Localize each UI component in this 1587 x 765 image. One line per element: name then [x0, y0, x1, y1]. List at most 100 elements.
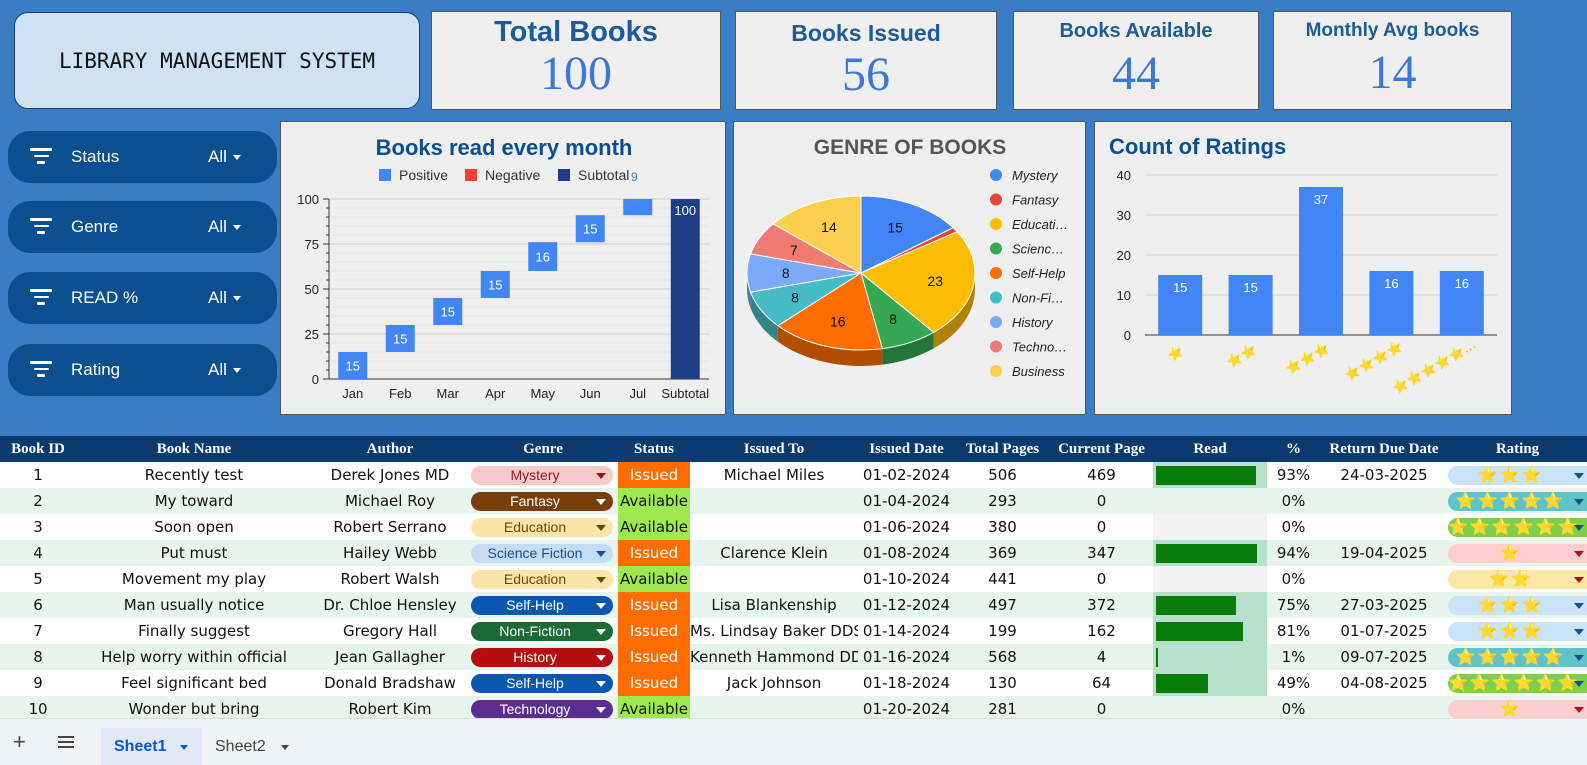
cell-author[interactable]: Dr. Chloe Hensley — [312, 592, 468, 618]
genre-dropdown-chip[interactable]: Self-Help — [471, 674, 613, 693]
cell-author[interactable]: Michael Roy — [312, 488, 468, 514]
cell-id[interactable]: 5 — [0, 566, 76, 592]
cell-author[interactable]: Robert Walsh — [312, 566, 468, 592]
cell-date[interactable]: 01-16-2024 — [858, 644, 955, 670]
cell-date[interactable]: 01-04-2024 — [858, 488, 955, 514]
genre-dropdown-chip[interactable]: Science Fiction — [471, 544, 613, 563]
cell-issued_to[interactable]: Clarence Klein — [690, 540, 858, 566]
status-cell[interactable]: Available — [618, 488, 690, 514]
tab-sheet2[interactable]: Sheet2 — [203, 728, 303, 765]
slicer-rating[interactable]: Rating All — [8, 344, 277, 396]
cell-id[interactable]: 2 — [0, 488, 76, 514]
cell-date[interactable]: 01-18-2024 — [858, 670, 955, 696]
rating-dropdown-chip[interactable]: ⭐⭐ — [1448, 570, 1587, 589]
status-cell[interactable]: Available — [618, 514, 690, 540]
cell-id[interactable]: 6 — [0, 592, 76, 618]
cell-date[interactable]: 01-14-2024 — [858, 618, 955, 644]
status-cell[interactable]: Issued — [618, 540, 690, 566]
cell-due[interactable]: 27-03-2025 — [1320, 592, 1448, 618]
cell-current[interactable]: 469 — [1050, 462, 1153, 488]
cell-date[interactable]: 01-12-2024 — [858, 592, 955, 618]
cell-issued_to[interactable]: Lisa Blankenship — [690, 592, 858, 618]
cell-author[interactable]: Robert Kim — [312, 696, 468, 718]
genre-dropdown-chip[interactable]: Education — [471, 518, 613, 537]
cell-author[interactable]: Jean Gallagher — [312, 644, 468, 670]
cell-pct[interactable]: 1% — [1267, 644, 1320, 670]
cell-pages[interactable]: 199 — [955, 618, 1050, 644]
cell-current[interactable]: 372 — [1050, 592, 1153, 618]
rating-dropdown-chip[interactable]: ⭐⭐⭐⭐⭐ — [1448, 648, 1587, 667]
cell-current[interactable]: 162 — [1050, 618, 1153, 644]
cell-pages[interactable]: 380 — [955, 514, 1050, 540]
rating-dropdown-chip[interactable]: ⭐⭐⭐⭐⭐⭐ — [1448, 674, 1587, 693]
cell-issued_to[interactable]: Michael Miles — [690, 462, 858, 488]
cell-pages[interactable]: 441 — [955, 566, 1050, 592]
status-cell[interactable]: Issued — [618, 670, 690, 696]
cell-issued_to[interactable] — [690, 514, 858, 540]
slicer-genre[interactable]: Genre All — [8, 201, 277, 253]
status-cell[interactable]: Available — [618, 566, 690, 592]
cell-date[interactable]: 01-02-2024 — [858, 462, 955, 488]
cell-due[interactable]: 24-03-2025 — [1320, 462, 1448, 488]
cell-pct[interactable]: 0% — [1267, 696, 1320, 718]
plus-icon[interactable]: + — [13, 731, 26, 753]
cell-date[interactable]: 01-08-2024 — [858, 540, 955, 566]
cell-issued_to[interactable] — [690, 566, 858, 592]
cell-pages[interactable]: 281 — [955, 696, 1050, 718]
status-cell[interactable]: Issued — [618, 618, 690, 644]
cell-name[interactable]: Put must — [76, 540, 312, 566]
cell-current[interactable]: 0 — [1050, 488, 1153, 514]
cell-pct[interactable]: 0% — [1267, 488, 1320, 514]
cell-date[interactable]: 01-20-2024 — [858, 696, 955, 718]
cell-due[interactable] — [1320, 566, 1448, 592]
cell-pages[interactable]: 369 — [955, 540, 1050, 566]
cell-due[interactable] — [1320, 696, 1448, 718]
cell-pages[interactable]: 293 — [955, 488, 1050, 514]
cell-name[interactable]: Help worry within official — [76, 644, 312, 670]
status-cell[interactable]: Issued — [618, 462, 690, 488]
cell-name[interactable]: Man usually notice — [76, 592, 312, 618]
rating-dropdown-chip[interactable]: ⭐⭐⭐ — [1448, 466, 1587, 485]
cell-issued_to[interactable] — [690, 488, 858, 514]
cell-pct[interactable]: 0% — [1267, 514, 1320, 540]
cell-author[interactable]: Robert Serrano — [312, 514, 468, 540]
genre-dropdown-chip[interactable]: Self-Help — [471, 596, 613, 615]
slicer-status[interactable]: Status All — [8, 131, 277, 183]
genre-dropdown-chip[interactable]: Education — [471, 570, 613, 589]
cell-author[interactable]: Donald Bradshaw — [312, 670, 468, 696]
cell-name[interactable]: Recently test — [76, 462, 312, 488]
cell-pct[interactable]: 75% — [1267, 592, 1320, 618]
cell-pages[interactable]: 568 — [955, 644, 1050, 670]
cell-id[interactable]: 9 — [0, 670, 76, 696]
genre-dropdown-chip[interactable]: Non-Fiction — [471, 622, 613, 641]
cell-issued_to[interactable] — [690, 696, 858, 718]
cell-name[interactable]: Soon open — [76, 514, 312, 540]
cell-due[interactable]: 01-07-2025 — [1320, 618, 1448, 644]
cell-id[interactable]: 3 — [0, 514, 76, 540]
cell-author[interactable]: Hailey Webb — [312, 540, 468, 566]
cell-id[interactable]: 7 — [0, 618, 76, 644]
cell-issued_to[interactable]: Jack Johnson — [690, 670, 858, 696]
cell-current[interactable]: 64 — [1050, 670, 1153, 696]
cell-pct[interactable]: 0% — [1267, 566, 1320, 592]
cell-id[interactable]: 4 — [0, 540, 76, 566]
cell-id[interactable]: 1 — [0, 462, 76, 488]
cell-current[interactable]: 0 — [1050, 566, 1153, 592]
cell-due[interactable] — [1320, 514, 1448, 540]
cell-name[interactable]: Movement my play — [76, 566, 312, 592]
cell-name[interactable]: Wonder but bring — [76, 696, 312, 718]
genre-dropdown-chip[interactable]: Technology — [471, 700, 613, 718]
cell-current[interactable]: 0 — [1050, 514, 1153, 540]
cell-issued_to[interactable]: Kenneth Hammond DDS — [690, 644, 858, 670]
cell-current[interactable]: 4 — [1050, 644, 1153, 670]
rating-dropdown-chip[interactable]: ⭐⭐⭐⭐⭐ — [1448, 492, 1587, 511]
cell-date[interactable]: 01-06-2024 — [858, 514, 955, 540]
status-cell[interactable]: Issued — [618, 644, 690, 670]
rating-dropdown-chip[interactable]: ⭐ — [1448, 700, 1587, 718]
rating-dropdown-chip[interactable]: ⭐⭐⭐ — [1448, 622, 1587, 641]
cell-name[interactable]: Feel significant bed — [76, 670, 312, 696]
rating-dropdown-chip[interactable]: ⭐ — [1448, 544, 1587, 563]
tab-sheet1[interactable]: Sheet1 — [101, 728, 202, 765]
cell-pages[interactable]: 497 — [955, 592, 1050, 618]
genre-dropdown-chip[interactable]: History — [471, 648, 613, 667]
